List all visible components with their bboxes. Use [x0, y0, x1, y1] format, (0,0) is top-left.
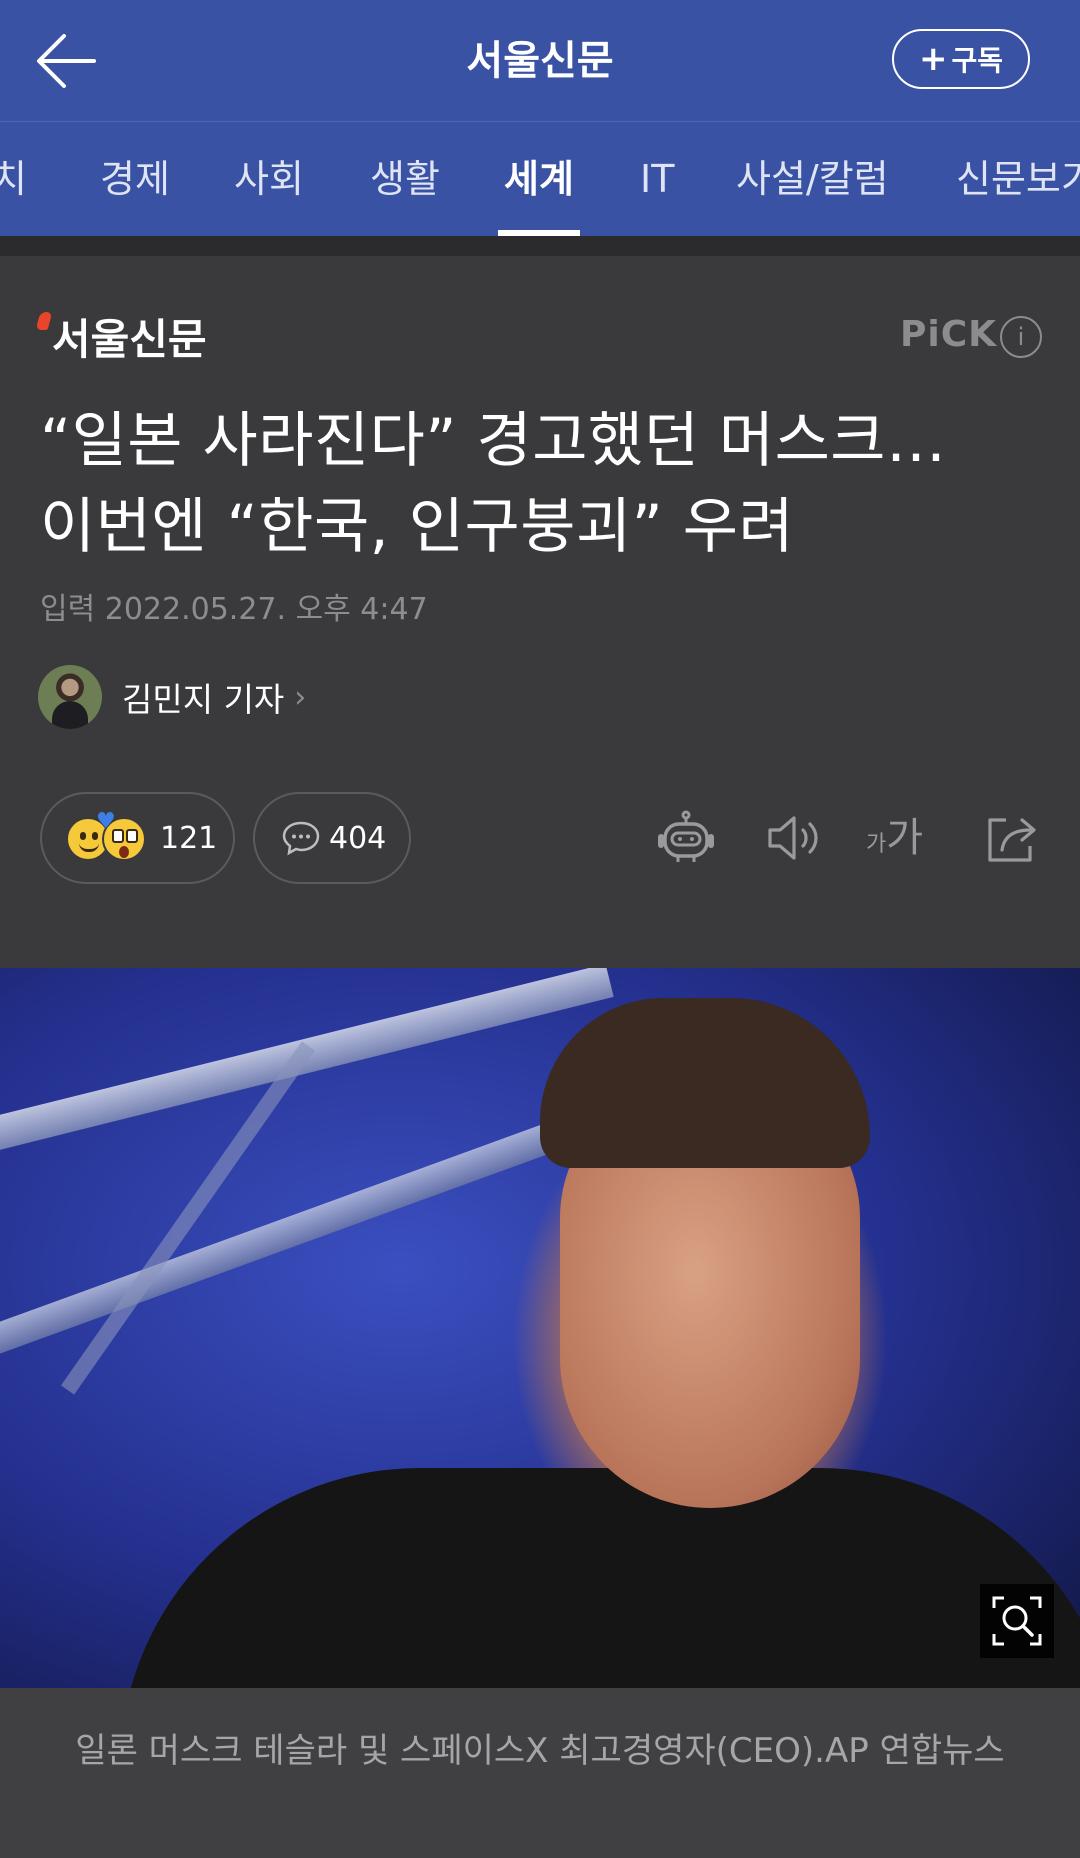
author-name: 김민지 기자 [122, 680, 285, 719]
summary-bot-button[interactable] [654, 806, 718, 870]
press-name: 서울신문 [52, 315, 207, 364]
author-link[interactable]: 김민지 기자 › [38, 664, 306, 730]
reaction-emoji-icon: ♥ [66, 809, 156, 863]
share-icon [988, 818, 1036, 862]
font-size-small-icon: 가 [866, 832, 887, 857]
divider [0, 236, 1080, 256]
comment-count: 404 [329, 820, 387, 856]
heart-icon: ♥ [96, 809, 116, 834]
headline-line-2: 이번엔 “한국, 인구붕괴” 우려 [40, 492, 795, 562]
published-date: 입력 2022.05.27. 오후 4:47 [40, 592, 428, 627]
robot-icon [658, 810, 714, 862]
subscribe-button[interactable]: + 구독 [892, 29, 1030, 89]
share-button[interactable] [980, 806, 1044, 870]
headline-line-1: “일본 사라진다” 경고했던 머스크… [40, 406, 947, 476]
reaction-count: 121 [160, 820, 218, 856]
category-tabs: 치 경제 사회 생활 세계 IT 사설/칼럼 신문보기 [0, 122, 1080, 236]
article-headline: “일본 사라진다” 경고했던 머스크… 이번엔 “한국, 인구붕괴” 우려 [40, 398, 1050, 570]
tab-world[interactable]: 세계 [498, 122, 580, 236]
subscribe-label: 구독 [951, 44, 1004, 77]
speaker-icon [768, 816, 818, 860]
zoom-button[interactable] [980, 1584, 1054, 1658]
back-button[interactable] [34, 30, 98, 92]
article-photo[interactable] [0, 968, 1080, 1688]
tab-society[interactable]: 사회 [234, 122, 304, 236]
font-size-large-icon: 가 [886, 815, 924, 861]
zoom-icon [992, 1596, 1042, 1646]
reaction-button[interactable]: ♥ 121 [40, 792, 235, 884]
tab-newspaper[interactable]: 신문보기 [956, 122, 1080, 236]
tab-life[interactable]: 생활 [370, 122, 440, 236]
back-arrow-icon [37, 34, 96, 88]
pick-label: PiCK [900, 314, 998, 355]
chevron-right-icon: › [294, 679, 307, 715]
press-logo[interactable]: 서울신문 [35, 306, 207, 364]
comment-button[interactable]: 404 [253, 792, 411, 884]
info-icon[interactable]: i [1000, 316, 1042, 358]
tab-opinion[interactable]: 사설/칼럼 [736, 122, 889, 236]
tab-it[interactable]: IT [640, 122, 674, 236]
plus-icon: + [918, 39, 948, 79]
top-bar: 서울신문 + 구독 [0, 0, 1080, 122]
photo-caption: 일론 머스크 테슬라 및 스페이스X 최고경영자(CEO).AP 연합뉴스 [0, 1688, 1080, 1858]
tab-politics[interactable]: 치 [0, 122, 27, 236]
font-size-button[interactable]: 가가 [866, 806, 930, 870]
tab-economy[interactable]: 경제 [100, 122, 170, 236]
avatar [38, 665, 102, 729]
comment-bubble-icon [282, 821, 320, 856]
read-aloud-button[interactable] [762, 806, 826, 870]
logo-mark-icon [35, 312, 53, 330]
